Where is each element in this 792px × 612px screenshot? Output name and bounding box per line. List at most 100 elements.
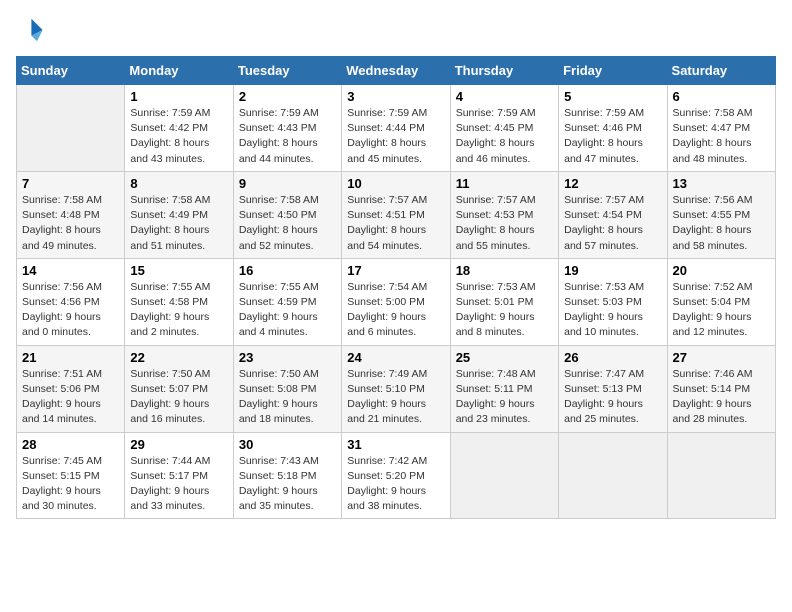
calendar-cell: 25 Sunrise: 7:48 AMSunset: 5:11 PMDaylig…: [450, 345, 558, 432]
day-number: 6: [673, 89, 770, 104]
day-info: Sunrise: 7:55 AMSunset: 4:59 PMDaylight:…: [239, 280, 336, 341]
calendar-cell: 10 Sunrise: 7:57 AMSunset: 4:51 PMDaylig…: [342, 171, 450, 258]
calendar-cell: 7 Sunrise: 7:58 AMSunset: 4:48 PMDayligh…: [17, 171, 125, 258]
day-number: 20: [673, 263, 770, 278]
day-number: 12: [564, 176, 661, 191]
calendar-cell: 2 Sunrise: 7:59 AMSunset: 4:43 PMDayligh…: [233, 85, 341, 172]
calendar-cell: 8 Sunrise: 7:58 AMSunset: 4:49 PMDayligh…: [125, 171, 233, 258]
calendar-cell: 15 Sunrise: 7:55 AMSunset: 4:58 PMDaylig…: [125, 258, 233, 345]
day-info: Sunrise: 7:57 AMSunset: 4:51 PMDaylight:…: [347, 193, 444, 254]
calendar-cell: [667, 432, 775, 519]
day-number: 23: [239, 350, 336, 365]
day-info: Sunrise: 7:55 AMSunset: 4:58 PMDaylight:…: [130, 280, 227, 341]
week-row-2: 7 Sunrise: 7:58 AMSunset: 4:48 PMDayligh…: [17, 171, 776, 258]
day-info: Sunrise: 7:49 AMSunset: 5:10 PMDaylight:…: [347, 367, 444, 428]
day-number: 30: [239, 437, 336, 452]
logo-icon: [16, 16, 44, 44]
calendar-cell: 13 Sunrise: 7:56 AMSunset: 4:55 PMDaylig…: [667, 171, 775, 258]
week-row-5: 28 Sunrise: 7:45 AMSunset: 5:15 PMDaylig…: [17, 432, 776, 519]
calendar-cell: [559, 432, 667, 519]
day-number: 27: [673, 350, 770, 365]
calendar-cell: 18 Sunrise: 7:53 AMSunset: 5:01 PMDaylig…: [450, 258, 558, 345]
calendar-cell: 20 Sunrise: 7:52 AMSunset: 5:04 PMDaylig…: [667, 258, 775, 345]
day-header-monday: Monday: [125, 57, 233, 85]
day-number: 28: [22, 437, 119, 452]
calendar-cell: 26 Sunrise: 7:47 AMSunset: 5:13 PMDaylig…: [559, 345, 667, 432]
day-info: Sunrise: 7:59 AMSunset: 4:46 PMDaylight:…: [564, 106, 661, 167]
day-info: Sunrise: 7:58 AMSunset: 4:48 PMDaylight:…: [22, 193, 119, 254]
day-number: 4: [456, 89, 553, 104]
day-info: Sunrise: 7:59 AMSunset: 4:42 PMDaylight:…: [130, 106, 227, 167]
day-info: Sunrise: 7:53 AMSunset: 5:01 PMDaylight:…: [456, 280, 553, 341]
day-info: Sunrise: 7:44 AMSunset: 5:17 PMDaylight:…: [130, 454, 227, 515]
day-info: Sunrise: 7:59 AMSunset: 4:45 PMDaylight:…: [456, 106, 553, 167]
day-number: 31: [347, 437, 444, 452]
day-info: Sunrise: 7:57 AMSunset: 4:54 PMDaylight:…: [564, 193, 661, 254]
calendar-cell: 14 Sunrise: 7:56 AMSunset: 4:56 PMDaylig…: [17, 258, 125, 345]
day-info: Sunrise: 7:45 AMSunset: 5:15 PMDaylight:…: [22, 454, 119, 515]
calendar-cell: 17 Sunrise: 7:54 AMSunset: 5:00 PMDaylig…: [342, 258, 450, 345]
calendar-header-row: SundayMondayTuesdayWednesdayThursdayFrid…: [17, 57, 776, 85]
day-number: 29: [130, 437, 227, 452]
day-info: Sunrise: 7:59 AMSunset: 4:43 PMDaylight:…: [239, 106, 336, 167]
day-number: 15: [130, 263, 227, 278]
week-row-3: 14 Sunrise: 7:56 AMSunset: 4:56 PMDaylig…: [17, 258, 776, 345]
day-header-wednesday: Wednesday: [342, 57, 450, 85]
calendar-table: SundayMondayTuesdayWednesdayThursdayFrid…: [16, 56, 776, 519]
day-number: 9: [239, 176, 336, 191]
week-row-1: 1 Sunrise: 7:59 AMSunset: 4:42 PMDayligh…: [17, 85, 776, 172]
day-info: Sunrise: 7:54 AMSunset: 5:00 PMDaylight:…: [347, 280, 444, 341]
calendar-cell: 6 Sunrise: 7:58 AMSunset: 4:47 PMDayligh…: [667, 85, 775, 172]
day-header-tuesday: Tuesday: [233, 57, 341, 85]
day-header-saturday: Saturday: [667, 57, 775, 85]
day-info: Sunrise: 7:46 AMSunset: 5:14 PMDaylight:…: [673, 367, 770, 428]
day-info: Sunrise: 7:53 AMSunset: 5:03 PMDaylight:…: [564, 280, 661, 341]
day-number: 7: [22, 176, 119, 191]
day-info: Sunrise: 7:51 AMSunset: 5:06 PMDaylight:…: [22, 367, 119, 428]
day-info: Sunrise: 7:59 AMSunset: 4:44 PMDaylight:…: [347, 106, 444, 167]
calendar-cell: [450, 432, 558, 519]
day-number: 19: [564, 263, 661, 278]
calendar-cell: 1 Sunrise: 7:59 AMSunset: 4:42 PMDayligh…: [125, 85, 233, 172]
day-number: 16: [239, 263, 336, 278]
day-info: Sunrise: 7:56 AMSunset: 4:56 PMDaylight:…: [22, 280, 119, 341]
day-info: Sunrise: 7:57 AMSunset: 4:53 PMDaylight:…: [456, 193, 553, 254]
calendar-cell: 12 Sunrise: 7:57 AMSunset: 4:54 PMDaylig…: [559, 171, 667, 258]
day-number: 13: [673, 176, 770, 191]
calendar-cell: 24 Sunrise: 7:49 AMSunset: 5:10 PMDaylig…: [342, 345, 450, 432]
day-number: 3: [347, 89, 444, 104]
calendar-cell: 27 Sunrise: 7:46 AMSunset: 5:14 PMDaylig…: [667, 345, 775, 432]
day-number: 18: [456, 263, 553, 278]
day-header-thursday: Thursday: [450, 57, 558, 85]
calendar-cell: [17, 85, 125, 172]
page-header: [16, 16, 776, 44]
logo: [16, 16, 48, 44]
day-number: 1: [130, 89, 227, 104]
day-header-sunday: Sunday: [17, 57, 125, 85]
calendar-cell: 9 Sunrise: 7:58 AMSunset: 4:50 PMDayligh…: [233, 171, 341, 258]
calendar-cell: 5 Sunrise: 7:59 AMSunset: 4:46 PMDayligh…: [559, 85, 667, 172]
day-info: Sunrise: 7:43 AMSunset: 5:18 PMDaylight:…: [239, 454, 336, 515]
day-number: 22: [130, 350, 227, 365]
day-info: Sunrise: 7:50 AMSunset: 5:07 PMDaylight:…: [130, 367, 227, 428]
day-info: Sunrise: 7:50 AMSunset: 5:08 PMDaylight:…: [239, 367, 336, 428]
day-number: 14: [22, 263, 119, 278]
day-number: 5: [564, 89, 661, 104]
day-number: 21: [22, 350, 119, 365]
calendar-cell: 11 Sunrise: 7:57 AMSunset: 4:53 PMDaylig…: [450, 171, 558, 258]
day-number: 24: [347, 350, 444, 365]
day-header-friday: Friday: [559, 57, 667, 85]
calendar-cell: 30 Sunrise: 7:43 AMSunset: 5:18 PMDaylig…: [233, 432, 341, 519]
day-info: Sunrise: 7:58 AMSunset: 4:50 PMDaylight:…: [239, 193, 336, 254]
day-number: 8: [130, 176, 227, 191]
day-info: Sunrise: 7:58 AMSunset: 4:49 PMDaylight:…: [130, 193, 227, 254]
calendar-cell: 23 Sunrise: 7:50 AMSunset: 5:08 PMDaylig…: [233, 345, 341, 432]
calendar-cell: 3 Sunrise: 7:59 AMSunset: 4:44 PMDayligh…: [342, 85, 450, 172]
calendar-body: 1 Sunrise: 7:59 AMSunset: 4:42 PMDayligh…: [17, 85, 776, 519]
calendar-cell: 31 Sunrise: 7:42 AMSunset: 5:20 PMDaylig…: [342, 432, 450, 519]
day-number: 26: [564, 350, 661, 365]
calendar-cell: 19 Sunrise: 7:53 AMSunset: 5:03 PMDaylig…: [559, 258, 667, 345]
calendar-cell: 28 Sunrise: 7:45 AMSunset: 5:15 PMDaylig…: [17, 432, 125, 519]
day-info: Sunrise: 7:48 AMSunset: 5:11 PMDaylight:…: [456, 367, 553, 428]
day-number: 2: [239, 89, 336, 104]
